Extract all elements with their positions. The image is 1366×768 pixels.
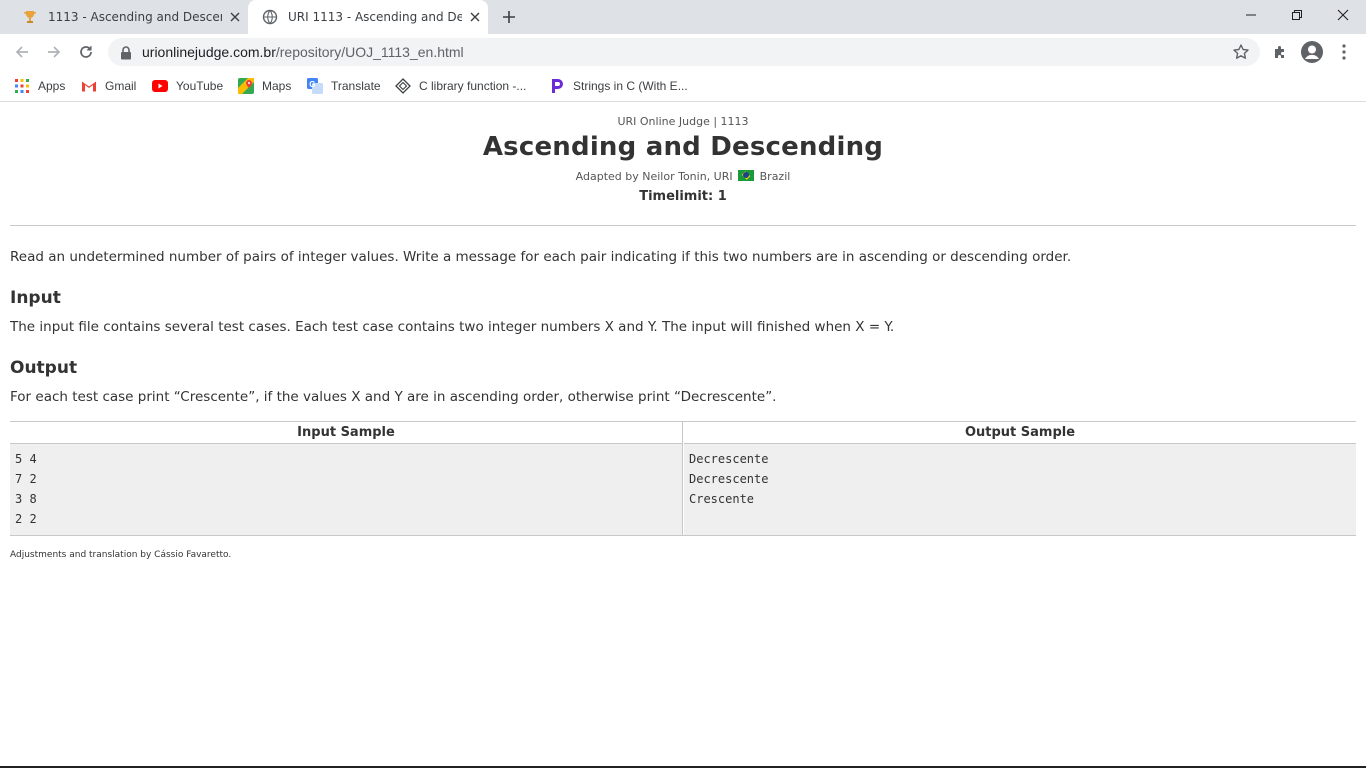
bookmark-label: Strings in C (With E... <box>573 79 688 93</box>
page-title: Ascending and Descending <box>482 132 884 162</box>
bookmark-youtube[interactable]: YouTube <box>152 76 223 96</box>
url-path: /repository/UOJ_1113_en.html <box>275 44 464 60</box>
output-sample-line: Decrescente <box>689 472 769 486</box>
author-line: Adapted by Neilor Tonin, URI Brazil <box>0 170 1366 183</box>
input-sample-body[interactable]: 5 4 7 2 3 8 2 2 <box>10 444 682 535</box>
url-text[interactable]: urionlinejudge.com.br/repository/UOJ_111… <box>142 44 464 60</box>
input-sample-heading: Input Sample <box>10 422 682 444</box>
url-domain: urionlinejudge.com.br <box>142 44 276 60</box>
svg-text:G: G <box>309 80 315 89</box>
output-sample-line: Crescente <box>689 492 755 506</box>
lock-icon[interactable] <box>120 45 132 64</box>
trophy-icon <box>22 9 38 25</box>
brazil-flag-icon <box>738 170 755 181</box>
output-sample-line: Decrescente <box>689 452 769 466</box>
output-sample-heading: Output Sample <box>684 422 1356 444</box>
input-sample-line: 2 2 <box>15 512 37 526</box>
new-tab-plus-icon[interactable] <box>498 6 520 28</box>
translation-credit: Adjustments and translation by Cássio Fa… <box>10 550 232 560</box>
output-sample-body[interactable]: Decrescente Decrescente Crescente <box>684 444 1356 535</box>
translate-icon: G <box>307 78 323 94</box>
maps-icon <box>238 78 254 94</box>
output-text: For each test case print “Crescente”, if… <box>10 389 777 405</box>
bookmarks-bar: Apps Gmail YouTube Maps G Translate C li… <box>0 70 1366 102</box>
bookmark-label: Apps <box>38 79 66 93</box>
diamond-icon <box>395 78 411 94</box>
tab-close-icon[interactable] <box>226 8 244 26</box>
input-sample-line: 3 8 <box>15 492 37 506</box>
tab-title: 1113 - Ascending and Descending <box>48 10 222 24</box>
problem-description: Read an undetermined number of pairs of … <box>10 249 1072 265</box>
gmail-icon <box>81 78 97 94</box>
tab-strip: 1113 - Ascending and Descending URI 1113… <box>0 0 1366 34</box>
bookmark-label: Translate <box>331 79 381 93</box>
bookmark-strings-in-c[interactable]: Strings in C (With E... <box>549 76 688 96</box>
bookmark-label: YouTube <box>176 79 224 93</box>
globe-icon <box>262 9 278 25</box>
tab-uri-1113[interactable]: URI 1113 - Ascending and Descending <box>248 0 488 34</box>
timelimit: Timelimit: 1 <box>639 189 727 204</box>
address-bar[interactable]: urionlinejudge.com.br/repository/UOJ_111… <box>108 38 1260 66</box>
minimize-icon[interactable] <box>1228 0 1274 30</box>
forward-arrow-icon[interactable] <box>39 37 69 67</box>
extensions-puzzle-icon[interactable] <box>1268 40 1292 64</box>
bookmark-label: Gmail <box>105 79 137 93</box>
samples-table: Input Sample 5 4 7 2 3 8 2 2 Output Samp… <box>10 421 1356 536</box>
profile-avatar-icon[interactable] <box>1300 40 1324 64</box>
adapted-by-text: Adapted by Neilor Tonin, URI <box>575 170 733 183</box>
output-sample-column: Output Sample Decrescente Decrescente Cr… <box>684 422 1356 535</box>
bookmark-apps[interactable]: Apps <box>14 76 65 96</box>
tab-1113[interactable]: 1113 - Ascending and Descending <box>8 0 248 34</box>
judge-header: URI Online Judge | 1113 <box>617 115 749 128</box>
tab-title: URI 1113 - Ascending and Descending <box>288 10 462 24</box>
tab-close-icon[interactable] <box>466 8 484 26</box>
back-arrow-icon[interactable] <box>7 37 37 67</box>
country-text: Brazil <box>759 170 791 183</box>
window-close-icon[interactable] <box>1320 0 1366 30</box>
input-sample-column: Input Sample 5 4 7 2 3 8 2 2 <box>10 422 683 535</box>
input-heading: Input <box>10 288 61 308</box>
input-sample-line: 5 4 <box>15 452 37 466</box>
programiz-icon <box>549 78 565 94</box>
apps-grid-icon <box>14 78 30 94</box>
input-text: The input file contains several test cas… <box>10 319 895 335</box>
bookmark-star-icon[interactable] <box>1232 43 1250 65</box>
browser-toolbar: urionlinejudge.com.br/repository/UOJ_111… <box>0 34 1366 70</box>
header-divider <box>10 225 1356 226</box>
bookmark-gmail[interactable]: Gmail <box>81 76 136 96</box>
bookmark-label: Maps <box>262 79 292 93</box>
restore-icon[interactable] <box>1274 0 1320 30</box>
bookmark-maps[interactable]: Maps <box>238 76 291 96</box>
youtube-icon <box>152 78 168 94</box>
menu-kebab-icon[interactable] <box>1332 40 1356 64</box>
bookmark-label: C library function -... <box>419 79 527 93</box>
problem-page: URI Online Judge | 1113 Ascending and De… <box>0 103 1366 768</box>
bookmark-c-library[interactable]: C library function -... <box>395 76 526 96</box>
reload-icon[interactable] <box>71 37 101 67</box>
bookmark-translate[interactable]: G Translate <box>307 76 381 96</box>
input-sample-line: 7 2 <box>15 472 37 486</box>
output-heading: Output <box>10 358 78 378</box>
